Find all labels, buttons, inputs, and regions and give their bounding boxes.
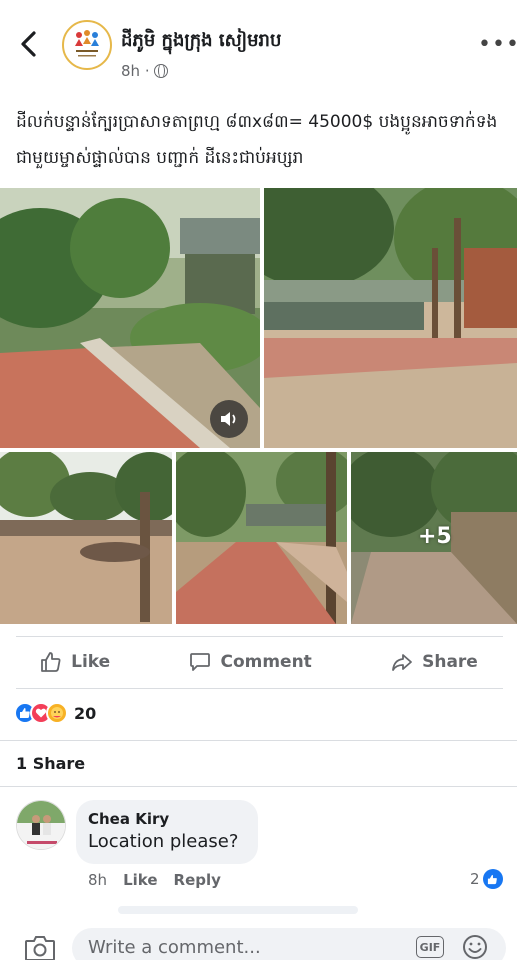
photo-coconut-trees[interactable]	[264, 188, 517, 448]
comment-like-button[interactable]: Like	[123, 871, 157, 889]
comment-time: 8h	[88, 871, 108, 889]
comment-like-count: 2	[470, 870, 480, 888]
comment-button[interactable]: Comment	[188, 650, 312, 674]
reaction-count: 20	[74, 703, 97, 723]
page-name[interactable]: ដីភូមិ ក្នុងក្រុង សៀមរាប	[121, 28, 281, 55]
comment-bubble: Chea Kiry Location please?	[76, 800, 258, 864]
like-reaction-icon	[482, 869, 503, 889]
comment-text: Location please?	[88, 831, 239, 852]
back-arrow-icon[interactable]	[14, 26, 44, 62]
page-avatar[interactable]	[62, 20, 112, 70]
camera-icon[interactable]	[24, 934, 56, 960]
commenter-name[interactable]: Chea Kiry	[88, 810, 246, 828]
share-icon	[392, 654, 412, 671]
emoji-icon[interactable]	[462, 934, 488, 960]
sound-toggle-icon[interactable]	[210, 400, 248, 438]
share-count[interactable]: 1 Share	[16, 754, 85, 773]
comment-icon	[190, 653, 211, 671]
comment-composer: Write a comment... GIF	[0, 916, 517, 960]
globe-icon	[153, 64, 168, 78]
care-reaction-icon	[46, 702, 68, 724]
reactions-summary[interactable]: 20	[14, 702, 96, 724]
post-actions: Like Comment Share	[0, 638, 517, 686]
photo-tiled-path[interactable]	[176, 452, 347, 624]
share-button[interactable]: Share	[390, 650, 478, 674]
like-label: Like	[71, 652, 111, 672]
divider	[0, 740, 517, 741]
post-text: ដីលក់បន្ទាន់ក្បែរប្រាសាទតាព្រហ្ម ៨៣x៨៣= …	[16, 112, 498, 168]
loading-placeholder	[118, 906, 358, 914]
like-button[interactable]: Like	[39, 650, 110, 674]
comment-label: Comment	[220, 652, 312, 672]
divider	[16, 636, 503, 637]
more-photos-count[interactable]: +5	[418, 524, 452, 549]
commenter-avatar[interactable]	[16, 800, 66, 850]
gif-button[interactable]: GIF	[416, 936, 444, 958]
divider	[0, 786, 517, 787]
share-label: Share	[422, 652, 478, 672]
post-header: ដីភូមិ ក្នុងក្រុង សៀមរាប 8h · •••	[0, 0, 517, 92]
comment-reactions[interactable]: 2	[470, 869, 503, 889]
post-meta: 8h ·	[121, 62, 168, 80]
post-time: 8h ·	[121, 62, 150, 80]
thumbs-up-icon	[41, 652, 61, 672]
divider	[16, 688, 503, 689]
comment-meta: 8h Like Reply	[88, 871, 221, 889]
photo-dirt-yard[interactable]	[0, 452, 172, 624]
more-options-icon[interactable]: •••	[478, 34, 517, 56]
comment-reply-button[interactable]: Reply	[174, 871, 221, 889]
